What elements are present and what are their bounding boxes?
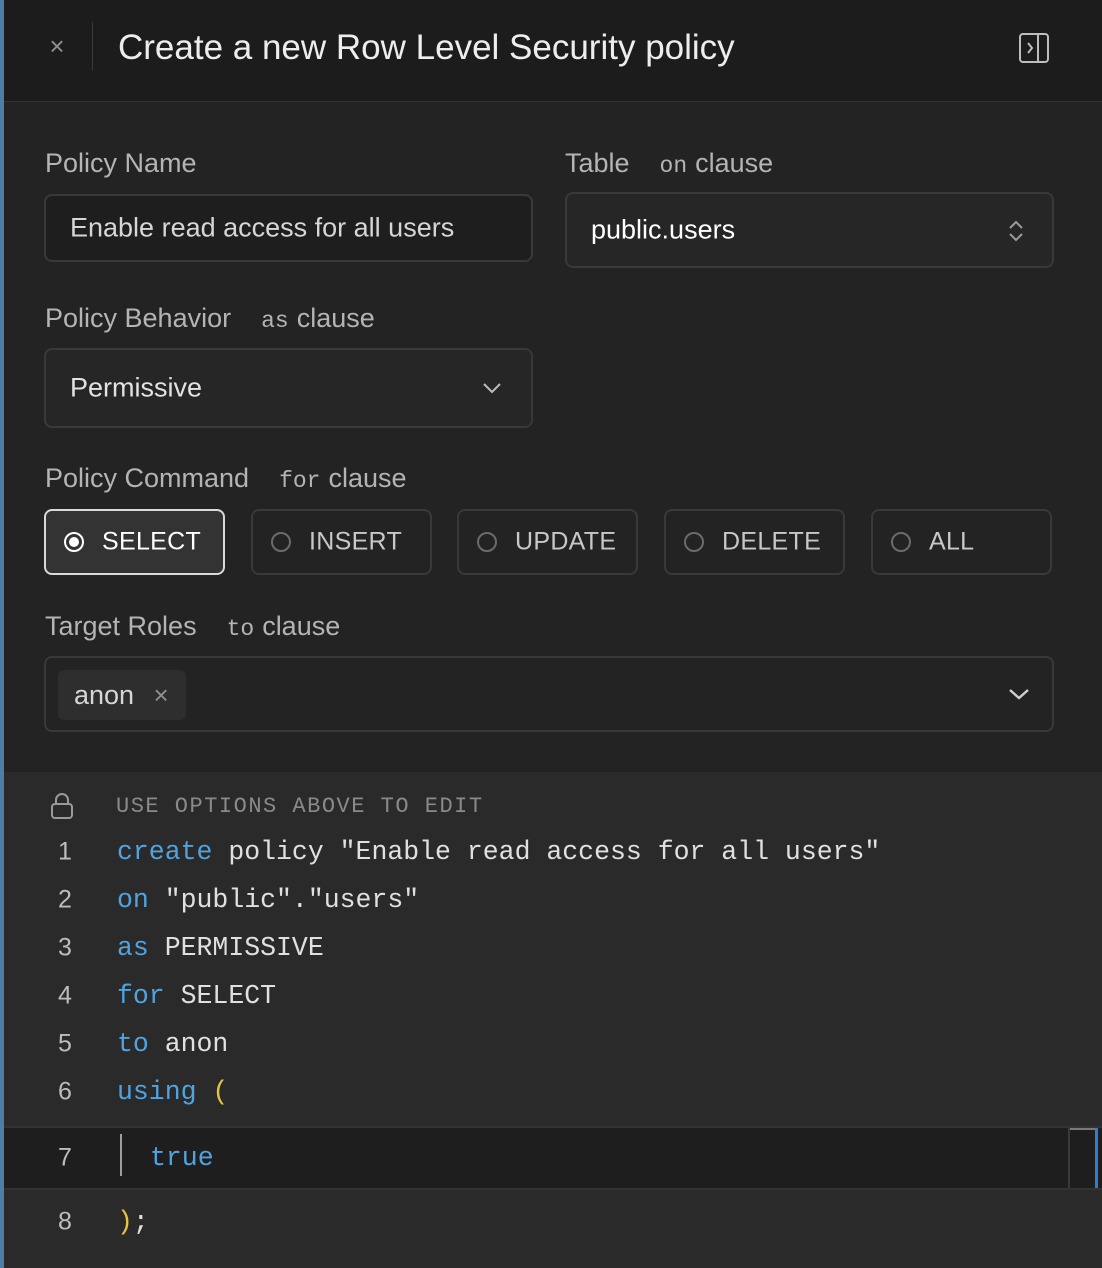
code-line: 1 create policy "Enable read access for … <box>4 828 1102 876</box>
remove-role-button[interactable]: × <box>148 670 174 720</box>
lock-icon <box>51 793 73 819</box>
code-line: 5 to anon <box>4 1020 1102 1068</box>
line-number: 1 <box>58 837 72 866</box>
line-number: 4 <box>58 981 72 1010</box>
sql-preview-editor: USE OPTIONS ABOVE TO EDIT 1 create polic… <box>4 772 1102 1268</box>
dock-panel-button[interactable] <box>1018 32 1050 64</box>
code-keyword: to <box>117 1029 149 1059</box>
policy-name-input[interactable]: Enable read access for all users <box>44 194 533 262</box>
roles-clause-keyword: to <box>226 616 255 642</box>
target-roles-label: Target Roles to clause <box>45 611 340 642</box>
command-option-update[interactable]: UPDATE <box>457 509 638 575</box>
code-line: 6 using ( <box>4 1068 1102 1116</box>
policy-name-value: Enable read access for all users <box>70 212 455 243</box>
line-number: 3 <box>58 933 72 962</box>
behavior-clause-keyword: as <box>261 308 289 334</box>
code-rest: policy "Enable read access for all users… <box>212 837 881 867</box>
chevron-down-icon <box>483 383 501 394</box>
code-text: as PERMISSIVE <box>117 933 324 963</box>
command-option-label: SELECT <box>102 527 202 556</box>
command-option-insert[interactable]: INSERT <box>251 509 432 575</box>
editor-scrollbar[interactable] <box>1068 1128 1098 1188</box>
code-line: 8 ); <box>4 1198 1102 1246</box>
table-label: Table on clause <box>565 148 773 179</box>
command-option-label: UPDATE <box>515 527 617 556</box>
line-number: 5 <box>58 1029 72 1058</box>
page-title: Create a new Row Level Security policy <box>118 28 735 67</box>
command-option-all[interactable]: ALL <box>871 509 1052 575</box>
code-text: using ( <box>117 1077 228 1107</box>
target-roles-label-text: Target Roles <box>45 611 197 641</box>
panel-dock-icon <box>1019 33 1049 63</box>
code-keyword: create <box>117 837 213 867</box>
chevron-up-down-icon <box>1009 220 1023 242</box>
code-rest: "public"."users" <box>148 885 420 915</box>
code-keyword: true <box>150 1143 214 1173</box>
panel-header: × Create a new Row Level Security policy <box>4 0 1102 102</box>
table-select-value: public.users <box>591 214 736 245</box>
target-roles-select[interactable]: anon × <box>44 656 1054 732</box>
policy-command-label-text: Policy Command <box>45 463 250 493</box>
indent-guide <box>120 1134 122 1176</box>
code-line: 3 as PERMISSIVE <box>4 924 1102 972</box>
radio-icon <box>477 532 497 552</box>
code-text: true <box>150 1143 214 1173</box>
code-paren: ) <box>117 1207 133 1237</box>
code-text: for SELECT <box>117 981 276 1011</box>
table-clause-keyword: on <box>659 153 688 179</box>
policy-behavior-label-text: Policy Behavior <box>45 303 232 333</box>
command-clause-suffix: clause <box>328 463 407 493</box>
editable-code-line[interactable]: 7 true <box>4 1126 1102 1190</box>
chevron-down-icon <box>1009 689 1029 700</box>
command-clause-keyword: for <box>279 468 321 494</box>
role-chip: anon × <box>58 670 187 720</box>
code-text: to anon <box>117 1029 228 1059</box>
rls-policy-panel: × Create a new Row Level Security policy… <box>0 0 1102 1268</box>
code-text: create policy "Enable read access for al… <box>117 837 880 867</box>
radio-selected-icon <box>64 532 84 552</box>
readonly-note: USE OPTIONS ABOVE TO EDIT <box>116 794 484 819</box>
code-rest: PERMISSIVE <box>148 933 324 963</box>
table-label-text: Table <box>565 148 630 178</box>
line-number: 7 <box>58 1143 72 1172</box>
table-clause-suffix: clause <box>695 148 774 178</box>
line-number: 6 <box>58 1077 72 1106</box>
code-text: ); <box>117 1207 149 1237</box>
close-icon: × <box>153 680 169 710</box>
policy-command-label: Policy Command for clause <box>45 463 407 494</box>
code-keyword: as <box>117 933 149 963</box>
code-keyword: for <box>117 981 165 1011</box>
policy-name-label-text: Policy Name <box>45 148 197 178</box>
header-divider <box>92 22 93 70</box>
policy-behavior-label: Policy Behavior as clause <box>45 303 375 334</box>
roles-clause-suffix: clause <box>262 611 341 641</box>
line-number: 8 <box>58 1207 72 1236</box>
radio-icon <box>891 532 911 552</box>
code-semicolon: ; <box>132 1207 149 1237</box>
code-paren: ( <box>196 1077 229 1107</box>
command-option-delete[interactable]: DELETE <box>664 509 845 575</box>
command-option-label: ALL <box>929 527 975 556</box>
code-text: on "public"."users" <box>117 885 419 915</box>
policy-behavior-value: Permissive <box>70 372 203 403</box>
code-rest: anon <box>148 1029 229 1059</box>
close-icon: × <box>49 31 65 61</box>
code-keyword: on <box>117 885 149 915</box>
code-line: 2 on "public"."users" <box>4 876 1102 924</box>
policy-behavior-select[interactable]: Permissive <box>44 348 533 428</box>
behavior-clause-suffix: clause <box>296 303 375 333</box>
radio-icon <box>271 532 291 552</box>
close-button[interactable]: × <box>42 28 72 64</box>
role-chip-label: anon <box>74 680 135 710</box>
line-number: 2 <box>58 885 72 914</box>
radio-icon <box>684 532 704 552</box>
code-line: 4 for SELECT <box>4 972 1102 1020</box>
table-select[interactable]: public.users <box>565 192 1054 268</box>
code-rest: SELECT <box>164 981 277 1011</box>
code-keyword: using <box>117 1077 197 1107</box>
command-option-select[interactable]: SELECT <box>44 509 225 575</box>
policy-name-label: Policy Name <box>45 148 197 179</box>
command-option-label: DELETE <box>722 527 822 556</box>
command-option-label: INSERT <box>309 527 403 556</box>
